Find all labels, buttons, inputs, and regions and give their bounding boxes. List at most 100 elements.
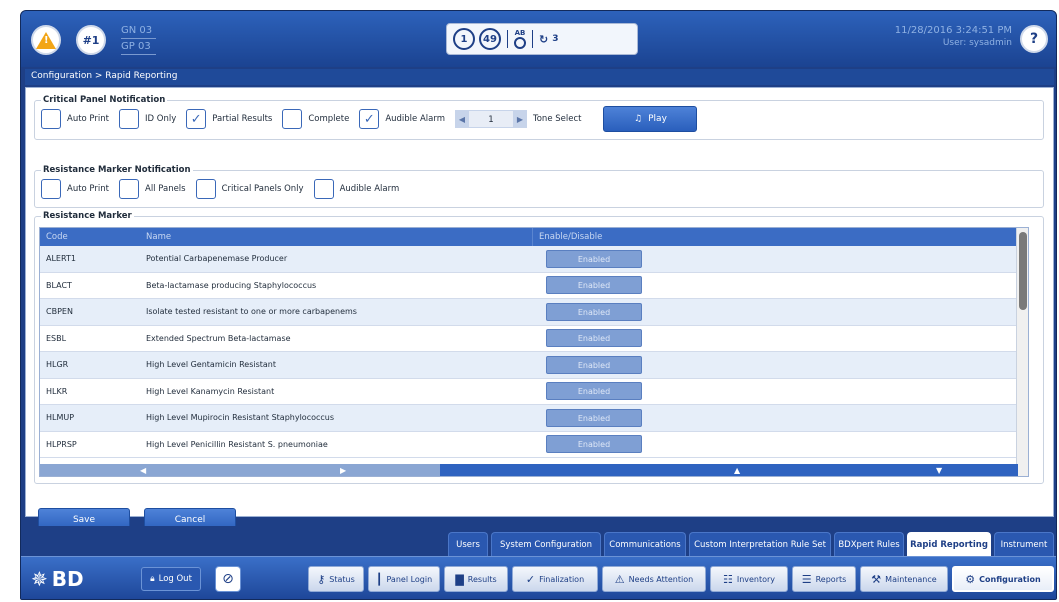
panel-counts: GN 03 GP 03 (121, 23, 157, 55)
nav-label: Maintenance (885, 574, 937, 584)
id-only-checkbox[interactable] (119, 109, 139, 129)
datetime-display: 11/28/2016 3:24:51 PM User: sysadmin (895, 24, 1012, 50)
tone-stepper[interactable]: ◀ 1 ▶ (454, 110, 527, 128)
starburst-icon: ✵ (31, 567, 48, 591)
scroll-thumb[interactable] (1019, 232, 1027, 310)
audible-alarm-checkbox[interactable]: ✓ (359, 109, 380, 129)
nav-label: Configuration (979, 574, 1041, 584)
finalization-icon: ✓ (525, 572, 536, 586)
nav-label: Panel Login (386, 574, 433, 584)
table-body: ALERT1 Potential Carbapenemase Producer … (40, 246, 1028, 458)
scroll-track-left[interactable]: ◀ ▶ (40, 464, 440, 476)
row-name: Extended Spectrum Beta-lactamase (146, 333, 291, 343)
tab-bdxpert-rules[interactable]: BDXpert Rules (834, 532, 904, 556)
gn-count: GN 03 (121, 23, 157, 39)
tab-custom-interpretation-rule-set[interactable]: Custom Interpretation Rule Set (689, 532, 831, 556)
nav-panel-login[interactable]: ┃ Panel Login (368, 566, 440, 592)
nav-finalization[interactable]: ✓ Finalization (512, 566, 598, 592)
scroll-right-icon[interactable]: ▶ (340, 466, 346, 475)
info-icon: 1 (453, 28, 475, 50)
decrement-icon[interactable]: ◀ (454, 110, 469, 128)
enabled-toggle[interactable]: Enabled (546, 302, 642, 321)
current-user: User: sysadmin (942, 38, 1012, 48)
column-header-name[interactable]: Name (140, 232, 532, 242)
auto-print-checkbox[interactable] (41, 109, 61, 129)
table-header: Code Name Enable/Disable (40, 228, 1028, 246)
tab-instrument[interactable]: Instrument (994, 532, 1054, 556)
table-row[interactable]: HLPRSP High Level Penicillin Resistant S… (40, 431, 1028, 458)
complete-checkbox[interactable] (282, 109, 303, 129)
tab-communications[interactable]: Communications (604, 532, 686, 556)
table-row[interactable]: HLKR High Level Kanamycin Resistant Enab… (40, 378, 1028, 405)
table-row[interactable]: CBPEN Isolate tested resistant to one or… (40, 299, 1028, 326)
ab-indicator: AB (514, 29, 526, 49)
enabled-toggle[interactable]: Enabled (546, 408, 642, 427)
partial-results-checkbox[interactable]: ✓ (186, 109, 207, 129)
enabled-toggle[interactable]: Enabled (546, 435, 642, 454)
tab-users[interactable]: Users (448, 532, 488, 556)
nav-needs-attention[interactable]: ⚠ Needs Attention (602, 566, 706, 592)
enabled-toggle[interactable]: Enabled (546, 329, 642, 348)
help-icon: ? (1029, 31, 1039, 47)
resistance-marker-table[interactable]: Code Name Enable/Disable ALERT1 Potentia… (39, 227, 1029, 477)
logout-button[interactable]: 🔒︎ Log Out (141, 567, 201, 591)
resistance-marker-section: Resistance Marker Code Name Enable/Disab… (34, 211, 1044, 484)
row-name: Beta-lactamase producing Staphylococcus (146, 280, 317, 290)
enabled-toggle[interactable]: Enabled (546, 276, 642, 295)
play-label: Play (648, 114, 667, 124)
gp-count: GP 03 (121, 39, 157, 55)
row-name: High Level Penicillin Resistant S. pneum… (146, 439, 328, 449)
rm-audible-alarm-checkbox[interactable] (313, 179, 334, 199)
critical-options: Auto Print ID Only ✓ Partial Results Com… (41, 106, 698, 132)
rm-auto-print-checkbox[interactable] (41, 179, 61, 199)
scroll-left-icon[interactable]: ◀ (140, 466, 146, 475)
row-name: Isolate tested resistant to one or more … (146, 307, 357, 317)
vertical-scrollbar[interactable] (1016, 228, 1028, 476)
lock-icon (514, 37, 526, 49)
column-header-code[interactable]: Code (40, 232, 140, 242)
all-panels-label: All Panels (145, 184, 186, 194)
scroll-up-icon[interactable]: ▲ (734, 466, 740, 475)
play-button[interactable]: ♫ Play (603, 106, 698, 132)
tab-rapid-reporting[interactable]: Rapid Reporting (907, 532, 991, 556)
nav-configuration[interactable]: ⚙ Configuration (952, 566, 1054, 592)
enabled-toggle[interactable]: Enabled (546, 382, 642, 401)
scroll-down-icon[interactable]: ▼ (936, 466, 942, 475)
scroll-track-right[interactable]: ▲ ▼ (440, 464, 1018, 476)
mute-button[interactable]: ⊘ (215, 566, 241, 592)
resistance-options: Auto Print All Panels Critical Panels On… (41, 178, 409, 200)
status-summary[interactable]: 1 49 AB ↻ 3 (446, 23, 638, 55)
logout-label: Log Out (158, 574, 192, 584)
nav-label: Reports (815, 574, 847, 584)
alert-button[interactable] (31, 25, 61, 55)
enabled-toggle[interactable]: Enabled (546, 249, 642, 268)
lock-icon: 🔒︎ (150, 574, 155, 584)
table-row[interactable]: ALERT1 Potential Carbapenemase Producer … (40, 246, 1028, 273)
help-button[interactable]: ? (1020, 25, 1048, 53)
critical-panels-only-checkbox[interactable] (195, 179, 216, 199)
table-row[interactable]: HLGR High Level Gentamicin Resistant Ena… (40, 352, 1028, 379)
table-row[interactable]: ESBL Extended Spectrum Beta-lactamase En… (40, 325, 1028, 352)
instrument-button[interactable]: #1 (76, 25, 106, 55)
config-tabs: Users System Configuration Communication… (21, 526, 1056, 556)
table-row[interactable]: HLMUP High Level Mupirocin Resistant Sta… (40, 405, 1028, 432)
tab-system-configuration[interactable]: System Configuration (491, 532, 601, 556)
enabled-toggle[interactable]: Enabled (546, 355, 642, 374)
nav-maintenance[interactable]: ⚒ Maintenance (860, 566, 948, 592)
separator (532, 30, 533, 48)
nav-reports[interactable]: ☰ Reports (792, 566, 856, 592)
horizontal-scrollbar[interactable]: ◀ ▶ ▲ ▼ (40, 464, 1018, 476)
table-row[interactable]: BLACT Beta-lactamase producing Staphyloc… (40, 272, 1028, 299)
row-name: High Level Gentamicin Resistant (146, 360, 276, 370)
tone-value[interactable]: 1 (468, 110, 513, 128)
nav-results[interactable]: ▇ Results (444, 566, 508, 592)
speaker-icon: ♫ (634, 114, 643, 124)
nav-inventory[interactable]: ☷ Inventory (710, 566, 788, 592)
nav-status[interactable]: ⚷ Status (308, 566, 364, 592)
warning-icon (36, 31, 56, 49)
row-name: High Level Mupirocin Resistant Staphyloc… (146, 413, 335, 423)
increment-icon[interactable]: ▶ (512, 110, 527, 128)
column-header-enable[interactable]: Enable/Disable (532, 228, 672, 246)
all-panels-checkbox[interactable] (119, 179, 139, 199)
report-icon: ☰ (801, 572, 812, 586)
